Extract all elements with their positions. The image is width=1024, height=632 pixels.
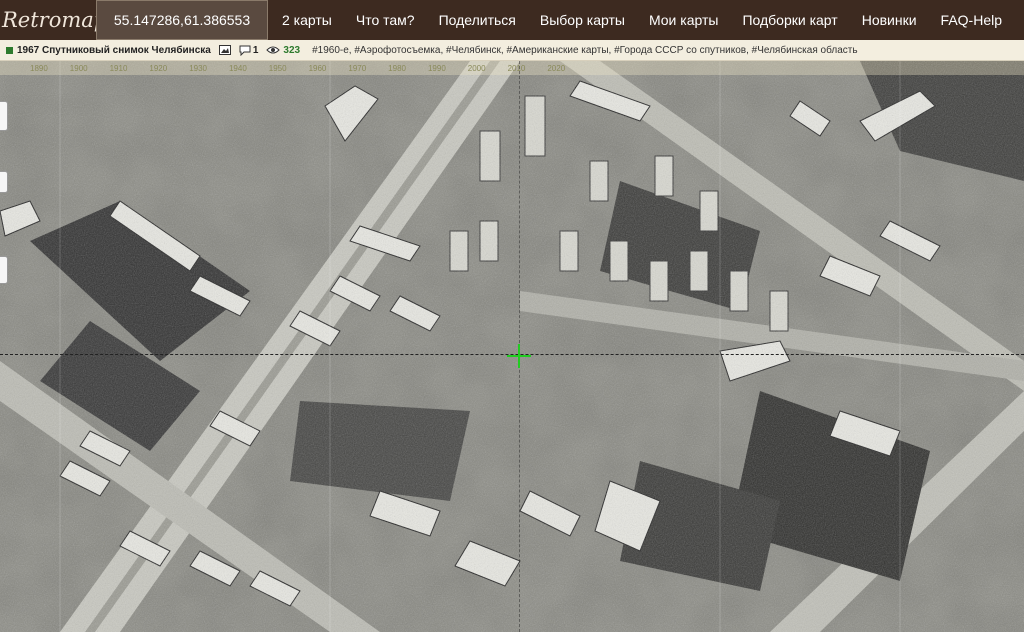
layer-control[interactable] <box>0 171 8 193</box>
main-menu: 2 карты Что там? Поделиться Выбор карты … <box>270 0 1014 40</box>
menu-item-share[interactable]: Поделиться <box>427 0 528 40</box>
timeline-year[interactable]: 1970 <box>348 64 366 73</box>
timeline-year[interactable]: 2000 <box>468 64 486 73</box>
side-panel-toggle[interactable] <box>0 256 8 284</box>
menu-item-faq-help[interactable]: FAQ-Help <box>929 0 1014 40</box>
menu-item-choose-map[interactable]: Выбор карты <box>528 0 637 40</box>
timeline-year[interactable]: 2010 <box>508 64 526 73</box>
timeline-year[interactable]: 1900 <box>70 64 88 73</box>
zoom-control[interactable] <box>0 101 8 131</box>
map-tags[interactable]: #1960-е, #Аэрофотосъемка, #Челябинск, #А… <box>312 45 857 56</box>
menu-item-new[interactable]: Новинки <box>850 0 929 40</box>
timeline-year[interactable]: 1980 <box>388 64 406 73</box>
eye-icon <box>266 45 281 55</box>
menu-item-my-maps[interactable]: Мои карты <box>637 0 731 40</box>
map-info-bar: 1967 Спутниковый снимок Челябинска 1 323… <box>0 40 1024 61</box>
center-crosshair-icon <box>507 344 531 368</box>
timeline-year[interactable]: 1990 <box>428 64 446 73</box>
timeline-year[interactable]: 1930 <box>189 64 207 73</box>
timeline-strip[interactable]: 1890 1900 1910 1920 1930 1940 1950 1960 … <box>0 61 1024 75</box>
map-view[interactable]: 1890 1900 1910 1920 1930 1940 1950 1960 … <box>0 61 1024 632</box>
views-count: 323 <box>283 44 301 56</box>
timeline-year[interactable]: 1890 <box>30 64 48 73</box>
comments-count: 1 <box>252 44 259 56</box>
menu-item-two-maps[interactable]: 2 карты <box>270 0 344 40</box>
status-square-icon <box>6 46 13 54</box>
menu-item-map-collections[interactable]: Подборки карт <box>730 0 849 40</box>
timeline-year[interactable]: 2020 <box>547 64 565 73</box>
timeline-year[interactable]: 1960 <box>309 64 327 73</box>
menu-item-whats-there[interactable]: Что там? <box>344 0 427 40</box>
coordinates-display[interactable]: 55.147286,61.386553 <box>96 0 268 40</box>
image-icon[interactable] <box>218 45 231 55</box>
timeline-year[interactable]: 1950 <box>269 64 287 73</box>
map-title[interactable]: 1967 Спутниковый снимок Челябинска <box>17 45 211 56</box>
retromap-logo[interactable]: Retromap <box>0 0 107 40</box>
timeline-year[interactable]: 1940 <box>229 64 247 73</box>
comment-icon[interactable] <box>239 45 251 56</box>
timeline-year[interactable]: 1910 <box>110 64 128 73</box>
timeline-year[interactable]: 1920 <box>149 64 167 73</box>
top-navigation-bar: Retromap 55.147286,61.386553 2 карты Что… <box>0 0 1024 40</box>
